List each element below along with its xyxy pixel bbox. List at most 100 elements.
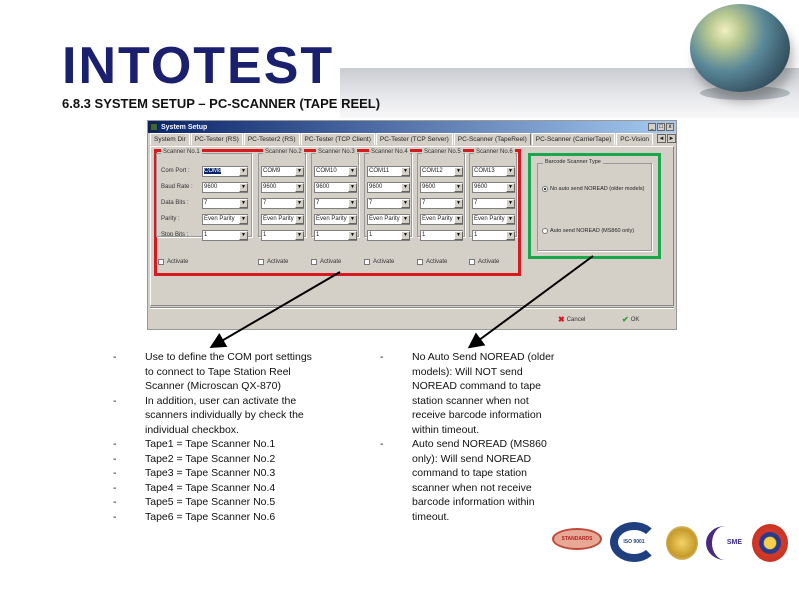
select-value: 9600 xyxy=(263,184,277,190)
dropdown-arrow-icon[interactable]: ▼ xyxy=(348,215,357,224)
radio-no-auto-send[interactable]: No auto send NOREAD (older models) xyxy=(542,186,644,192)
tab-pc-vision[interactable]: PC-Vision xyxy=(616,133,654,145)
radio-button[interactable] xyxy=(542,186,548,192)
dropdown-arrow-icon[interactable]: ▼ xyxy=(506,167,515,176)
checkbox[interactable] xyxy=(258,259,264,265)
dropdown-arrow-icon[interactable]: ▼ xyxy=(348,231,357,240)
parity-select[interactable]: Even Parity ▼ xyxy=(472,214,515,225)
tab-pc-scanner-tapereel[interactable]: PC-Scanner (TapeReel) xyxy=(453,133,531,145)
data-bits-select[interactable]: 7 ▼ xyxy=(472,198,515,209)
stop-bits-select[interactable]: 1 ▼ xyxy=(314,230,357,241)
dropdown-arrow-icon[interactable]: ▼ xyxy=(401,199,410,208)
parity-select[interactable]: Even Parity ▼ xyxy=(202,214,248,225)
dropdown-arrow-icon[interactable]: ▼ xyxy=(506,199,515,208)
dropdown-arrow-icon[interactable]: ▼ xyxy=(239,167,248,176)
bullet-dash: - xyxy=(380,351,384,363)
tab-pc-tester-tcp-server[interactable]: PC-Tester (TCP Server) xyxy=(375,133,453,145)
activate-checkbox-3[interactable]: Activate xyxy=(311,259,341,265)
dropdown-arrow-icon[interactable]: ▼ xyxy=(348,167,357,176)
parity-select[interactable]: Even Parity ▼ xyxy=(261,214,304,225)
activate-checkbox-4[interactable]: Activate xyxy=(364,259,394,265)
data-bits-select[interactable]: 7 ▼ xyxy=(314,198,357,209)
data-bits-select[interactable]: 7 ▼ xyxy=(420,198,463,209)
com-port-select[interactable]: COM13 ▼ xyxy=(472,166,515,177)
parity-select[interactable]: Even Parity ▼ xyxy=(367,214,410,225)
dropdown-arrow-icon[interactable]: ▼ xyxy=(239,199,248,208)
maximize-button[interactable]: □ xyxy=(657,123,665,131)
dropdown-arrow-icon[interactable]: ▼ xyxy=(348,199,357,208)
bullet-dash: - xyxy=(113,467,117,479)
checkbox[interactable] xyxy=(417,259,423,265)
activate-checkbox-6[interactable]: Activate xyxy=(469,259,499,265)
radio-button[interactable] xyxy=(542,228,548,234)
tab-pc-tester-tcp-client[interactable]: PC-Tester (TCP Client) xyxy=(300,133,375,145)
com-port-select[interactable]: COM9 ▼ xyxy=(261,166,304,177)
dropdown-arrow-icon[interactable]: ▼ xyxy=(454,183,463,192)
tab-scroll-left-button[interactable]: ◄ xyxy=(657,134,666,143)
dropdown-arrow-icon[interactable]: ▼ xyxy=(454,167,463,176)
parity-select[interactable]: Even Parity ▼ xyxy=(420,214,463,225)
baud-rate-select[interactable]: 9600 ▼ xyxy=(314,182,357,193)
baud-rate-select[interactable]: 9600 ▼ xyxy=(420,182,463,193)
select-value: 7 xyxy=(316,200,320,206)
dropdown-arrow-icon[interactable]: ▼ xyxy=(295,215,304,224)
tab-pc-scanner-carriertape[interactable]: PC-Scanner (CarrierTape) xyxy=(531,133,616,145)
dropdown-arrow-icon[interactable]: ▼ xyxy=(239,183,248,192)
stop-bits-select[interactable]: 1 ▼ xyxy=(261,230,304,241)
cancel-button[interactable]: ✖ Cancel xyxy=(558,315,585,324)
com-port-select[interactable]: COM11 ▼ xyxy=(367,166,410,177)
dropdown-arrow-icon[interactable]: ▼ xyxy=(348,183,357,192)
baud-rate-select[interactable]: 9600 ▼ xyxy=(261,182,304,193)
close-button[interactable]: x xyxy=(666,123,674,131)
dropdown-arrow-icon[interactable]: ▼ xyxy=(401,167,410,176)
dropdown-arrow-icon[interactable]: ▼ xyxy=(506,231,515,240)
dropdown-arrow-icon[interactable]: ▼ xyxy=(454,199,463,208)
parity-select[interactable]: Even Parity ▼ xyxy=(314,214,357,225)
tab-pc-tester-rs[interactable]: PC-Tester (RS) xyxy=(190,133,243,145)
tab-pc-tester2-rs[interactable]: PC-Tester2 (RS) xyxy=(243,133,300,145)
activate-checkbox-2[interactable]: Activate xyxy=(258,259,288,265)
ok-button[interactable]: ✔ OK xyxy=(622,315,639,324)
dropdown-arrow-icon[interactable]: ▼ xyxy=(295,183,304,192)
checkbox[interactable] xyxy=(311,259,317,265)
tab-system-dir[interactable]: System Dir xyxy=(150,133,190,145)
note-text: Use to define the COM port settings to c… xyxy=(145,351,312,392)
baud-rate-select[interactable]: 9600 ▼ xyxy=(202,182,248,193)
dropdown-arrow-icon[interactable]: ▼ xyxy=(506,215,515,224)
dropdown-arrow-icon[interactable]: ▼ xyxy=(239,231,248,240)
dropdown-arrow-icon[interactable]: ▼ xyxy=(401,183,410,192)
dropdown-arrow-icon[interactable]: ▼ xyxy=(401,215,410,224)
com-port-select[interactable]: COM10 ▼ xyxy=(314,166,357,177)
activate-checkbox-5[interactable]: Activate xyxy=(417,259,447,265)
sme-logo: SME xyxy=(706,526,744,560)
checkbox[interactable] xyxy=(158,259,164,265)
stop-bits-select[interactable]: 1 ▼ xyxy=(472,230,515,241)
minimize-button[interactable]: _ xyxy=(648,123,656,131)
baud-rate-select[interactable]: 9600 ▼ xyxy=(472,182,515,193)
tab-scroll-right-button[interactable]: ► xyxy=(667,134,676,143)
baud-rate-select[interactable]: 9600 ▼ xyxy=(367,182,410,193)
data-bits-select[interactable]: 7 ▼ xyxy=(367,198,410,209)
com-port-select[interactable]: COM12 ▼ xyxy=(420,166,463,177)
checkbox[interactable] xyxy=(469,259,475,265)
dropdown-arrow-icon[interactable]: ▼ xyxy=(239,215,248,224)
dropdown-arrow-icon[interactable]: ▼ xyxy=(295,167,304,176)
activate-checkbox-1[interactable]: Activate xyxy=(158,259,188,265)
dropdown-arrow-icon[interactable]: ▼ xyxy=(295,231,304,240)
award-logo xyxy=(666,526,698,560)
certification-logos: STANDARDS ISO 9001 SME xyxy=(548,520,788,565)
com-port-select[interactable]: COM8 ▼ xyxy=(202,166,248,177)
dropdown-arrow-icon[interactable]: ▼ xyxy=(506,183,515,192)
radio-auto-send[interactable]: Auto send NOREAD (MS860 only) xyxy=(542,228,634,234)
dropdown-arrow-icon[interactable]: ▼ xyxy=(454,215,463,224)
checkbox[interactable] xyxy=(364,259,370,265)
data-bits-select[interactable]: 7 ▼ xyxy=(261,198,304,209)
stop-bits-select[interactable]: 1 ▼ xyxy=(202,230,248,241)
data-bits-select[interactable]: 7 ▼ xyxy=(202,198,248,209)
stop-bits-select[interactable]: 1 ▼ xyxy=(367,230,410,241)
dropdown-arrow-icon[interactable]: ▼ xyxy=(401,231,410,240)
app-icon xyxy=(150,123,158,131)
dropdown-arrow-icon[interactable]: ▼ xyxy=(295,199,304,208)
stop-bits-select[interactable]: 1 ▼ xyxy=(420,230,463,241)
dropdown-arrow-icon[interactable]: ▼ xyxy=(454,231,463,240)
